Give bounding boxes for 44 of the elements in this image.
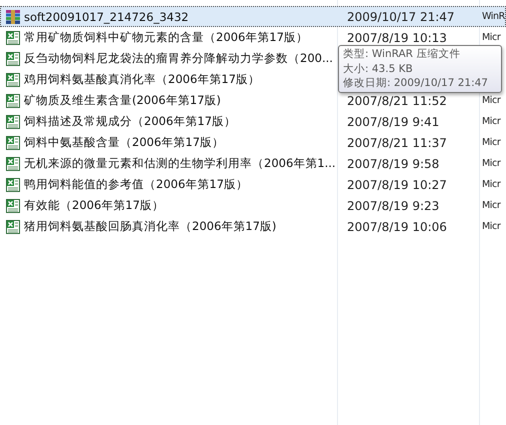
date-cell-text: 2007/8/21 11:52 [346,94,448,108]
date-cell-text: 2007/8/19 9:41 [346,114,440,128]
spreadsheet-icon [5,156,21,172]
type-cell: Micr [481,200,500,211]
spreadsheet-icon [5,218,21,234]
type-cell: Micr [481,158,500,169]
type-cell: Micr [481,179,500,190]
spreadsheet-icon [5,72,21,88]
tooltip-line: 修改日期: 2009/10/17 21:47 [343,76,489,90]
date-cell-text: 2007/8/21 11:37 [346,136,448,150]
spreadsheet-icon [5,198,21,214]
date-cell-text: 2009/10/17 21:47 [346,10,456,24]
type-cell: Micr [481,137,500,148]
file-name: 反刍动物饲料尼龙袋法的瘤胃养分降解动力学参数（200... [24,51,333,66]
date-cell-text: 2007/8/19 10:06 [346,220,448,234]
type-cell: Micr [481,116,500,127]
file-name: 矿物质及维生素含量(2006年第17版) [24,93,221,108]
type-cell: Micr [481,221,500,232]
file-name: 有效能（2006年第17版） [24,198,164,213]
archive-icon [5,8,21,24]
file-name: 猪用饲料氨基酸回肠真消化率（2006年第17版) [24,219,276,234]
date-cell-text: 2007/8/19 9:23 [346,198,440,212]
file-name: soft20091017_214726_3432 [24,10,189,24]
date-cell-text: 2007/8/19 9:58 [346,156,440,170]
spreadsheet-icon [5,50,21,66]
type-cell: Micr [481,95,500,106]
date-cell-text: 2007/8/19 10:27 [346,178,448,192]
spreadsheet-icon [5,92,21,108]
spreadsheet-icon [5,176,21,192]
spreadsheet-icon [5,30,21,46]
date-cell-text: 2007/8/19 10:13 [346,30,448,44]
file-name: 饲料中氨基酸含量（2006年第17版） [24,135,224,150]
selected-file-row[interactable]: soft20091017_214726_3432 2009/10/17 21:47 WinR [0,6,506,27]
spreadsheet-icon [5,114,21,130]
spreadsheet-icon [5,134,21,150]
tooltip-line: 类型: WinRAR 压缩文件 [343,47,462,62]
file-name: 饲料描述及常规成分（2006年第17版） [24,114,236,129]
file-name: 无机来源的微量元素和估测的生物学利用率（2006年第1... [24,156,336,171]
tooltip-line: 大小: 43.5 KB [343,62,414,76]
type-cell: WinR [481,11,505,22]
file-name: 鸡用饲料氨基酸真消化率（2006年第17版） [24,72,260,87]
type-cell: Micr [481,32,500,43]
file-name: 鸭用饲料能值的参考值（2006年第17版） [24,177,248,192]
file-name: 常用矿物质饲料中矿物元素的含量（2006年第17版） [24,30,308,45]
